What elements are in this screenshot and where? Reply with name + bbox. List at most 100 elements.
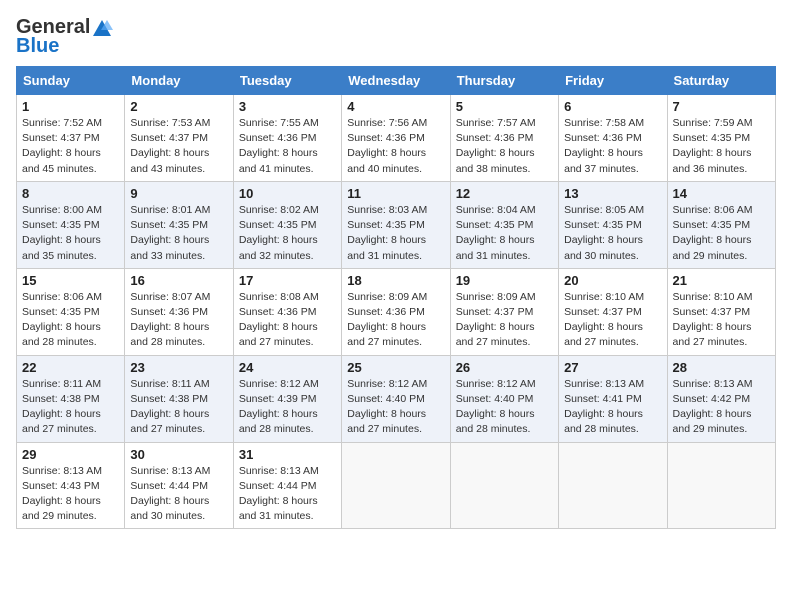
calendar-cell: 3Sunrise: 7:55 AMSunset: 4:36 PMDaylight…: [233, 95, 341, 182]
day-info: Sunrise: 8:13 AM Sunset: 4:43 PM Daylight:…: [22, 464, 119, 525]
weekday-header-thursday: Thursday: [450, 67, 558, 95]
day-info: Sunrise: 7:53 AMSunset: 4:37 PMDaylight:…: [130, 116, 227, 177]
day-number: 5: [456, 99, 553, 114]
day-info: Sunrise: 8:11 AMSunset: 4:38 PMDaylight:…: [130, 377, 227, 438]
sunset-text: Sunset: 4:35 PM: [22, 306, 100, 318]
calendar-cell: 31Sunrise: 8:13 AMSunset: 4:44 PMDayligh…: [233, 442, 341, 529]
day-number: 18: [347, 273, 444, 288]
calendar-cell: 19Sunrise: 8:09 AMSunset: 4:37 PMDayligh…: [450, 268, 558, 355]
day-number: 2: [130, 99, 227, 114]
sunset-text: Sunset: 4:35 PM: [347, 219, 425, 231]
sunset-text: Sunset: 4:35 PM: [456, 219, 534, 231]
sunrise-text: Sunrise: 8:01 AM: [130, 204, 210, 216]
sunrise-text: Sunrise: 7:59 AM: [673, 117, 753, 129]
day-number: 1: [22, 99, 119, 114]
day-info: Sunrise: 8:10 AMSunset: 4:37 PMDaylight:…: [673, 290, 770, 351]
day-number: 4: [347, 99, 444, 114]
calendar-cell: 15Sunrise: 8:06 AMSunset: 4:35 PMDayligh…: [17, 268, 125, 355]
sunrise-text: Sunrise: 8:08 AM: [239, 291, 319, 303]
sunrise-text: Sunrise: 8:07 AM: [130, 291, 210, 303]
calendar-cell: 14Sunrise: 8:06 AMSunset: 4:35 PMDayligh…: [667, 181, 775, 268]
daylight-text: Daylight: 8 hours and 41 minutes.: [239, 147, 318, 174]
daylight-text: Daylight: 8 hours and 38 minutes.: [456, 147, 535, 174]
calendar-cell: 30Sunrise: 8:13 AMSunset: 4:44 PMDayligh…: [125, 442, 233, 529]
daylight-text: Daylight: 8 hours and 35 minutes.: [22, 234, 101, 261]
day-number: 9: [130, 186, 227, 201]
weekday-header-tuesday: Tuesday: [233, 67, 341, 95]
day-number: 13: [564, 186, 661, 201]
sunrise-text: Sunrise: 8:11 AM: [22, 378, 101, 390]
calendar-cell: 6Sunrise: 7:58 AMSunset: 4:36 PMDaylight…: [559, 95, 667, 182]
day-info: Sunrise: 8:04 AMSunset: 4:35 PMDaylight:…: [456, 203, 553, 264]
sunrise-text: Sunrise: 8:11 AM: [130, 378, 209, 390]
week-row-1: 1Sunrise: 7:52 AMSunset: 4:37 PMDaylight…: [17, 95, 776, 182]
calendar-cell: 5Sunrise: 7:57 AMSunset: 4:36 PMDaylight…: [450, 95, 558, 182]
sunset-text: Sunset: 4:36 PM: [239, 132, 317, 144]
sunrise-text: Sunrise: 8:00 AM: [22, 204, 102, 216]
day-info: Sunrise: 7:56 AMSunset: 4:36 PMDaylight:…: [347, 116, 444, 177]
sunset-text: Sunset: 4:36 PM: [130, 306, 208, 318]
sunset-text: Sunset: 4:44 PM: [130, 480, 208, 492]
day-number: 12: [456, 186, 553, 201]
sunrise-text: Sunrise: 7:58 AM: [564, 117, 644, 129]
day-number: 21: [673, 273, 770, 288]
sunrise-text: Sunrise: 8:13 AM: [564, 378, 644, 390]
weekday-header-row: SundayMondayTuesdayWednesdayThursdayFrid…: [17, 67, 776, 95]
calendar-cell: 25 Sunrise: 8:12 AMSunset: 4:40 PMDayligh…: [342, 355, 450, 442]
weekday-header-friday: Friday: [559, 67, 667, 95]
sunset-text: Sunset: 4:36 PM: [564, 132, 642, 144]
sunset-text: Sunset: 4:43 PM: [22, 480, 100, 492]
sunset-text: Sunset: 4:35 PM: [239, 219, 317, 231]
day-info: Sunrise: 8:08 AMSunset: 4:36 PMDaylight:…: [239, 290, 336, 351]
day-info: Sunrise: 8:05 AMSunset: 4:35 PMDaylight:…: [564, 203, 661, 264]
calendar-cell: 24Sunrise: 8:12 AMSunset: 4:39 PMDayligh…: [233, 355, 341, 442]
day-info: Sunrise: 8:09 AMSunset: 4:36 PMDaylight:…: [347, 290, 444, 351]
daylight-text: Daylight: 8 hours and 28 minutes.: [130, 321, 209, 348]
sunset-text: Sunset: 4:35 PM: [130, 219, 208, 231]
sunrise-text: Sunrise: 8:06 AM: [22, 291, 102, 303]
calendar-cell: 28Sunrise: 8:13 AMSunset: 4:42 PMDayligh…: [667, 355, 775, 442]
sunrise-text: Sunrise: 8:13 AM: [239, 465, 319, 477]
calendar-table: SundayMondayTuesdayWednesdayThursdayFrid…: [16, 66, 776, 529]
weekday-header-wednesday: Wednesday: [342, 67, 450, 95]
day-number: 25: [347, 360, 444, 375]
sunrise-text: Sunrise: 7:56 AM: [347, 117, 427, 129]
sunset-text: Sunset: 4:38 PM: [22, 393, 100, 405]
week-row-2: 8 Sunrise: 8:00 AM Sunset: 4:35 PM Daylight…: [17, 181, 776, 268]
day-info: Sunrise: 8:11 AMSunset: 4:38 PMDaylight:…: [22, 377, 119, 438]
sunset-text: Sunset: 4:42 PM: [673, 393, 751, 405]
day-info: Sunrise: 8:12 AMSunset: 4:40 PMDaylight:…: [347, 377, 444, 438]
daylight-text: Daylight: 8 hours and 31 minutes.: [239, 495, 318, 522]
sunrise-text: Sunrise: 8:12 AM: [347, 378, 427, 390]
day-info: Sunrise: 8:13 AMSunset: 4:41 PMDaylight:…: [564, 377, 661, 438]
daylight-text: Daylight: 8 hours and 27 minutes.: [347, 408, 426, 435]
daylight-text: Daylight: 8 hours and 28 minutes.: [456, 408, 535, 435]
sunset-text: Sunset: 4:37 PM: [456, 306, 534, 318]
sunset-text: Sunset: 4:41 PM: [564, 393, 642, 405]
daylight-text: Daylight: 8 hours and 29 minutes.: [22, 495, 101, 522]
sunrise-text: Sunrise: 8:03 AM: [347, 204, 427, 216]
calendar-cell: 9Sunrise: 8:01 AMSunset: 4:35 PMDaylight…: [125, 181, 233, 268]
day-info: Sunrise: 8:12 AMSunset: 4:39 PMDaylight:…: [239, 377, 336, 438]
logo: General Blue: [16, 16, 114, 58]
daylight-text: Daylight: 8 hours and 30 minutes.: [130, 495, 209, 522]
day-info: Sunrise: 8:13 AMSunset: 4:44 PMDaylight:…: [130, 464, 227, 525]
sunset-text: Sunset: 4:40 PM: [456, 393, 534, 405]
sunrise-text: Sunrise: 8:04 AM: [456, 204, 536, 216]
day-number: 29: [22, 447, 119, 462]
daylight-text: Daylight: 8 hours and 28 minutes.: [239, 408, 318, 435]
daylight-text: Daylight: 8 hours and 30 minutes.: [564, 234, 643, 261]
calendar-cell: 18 Sunrise: 8:09 AMSunset: 4:36 PMDayligh…: [342, 268, 450, 355]
daylight-text: Daylight: 8 hours and 27 minutes.: [130, 408, 209, 435]
sunrise-text: Sunrise: 8:13 AM: [22, 465, 102, 477]
sunrise-text: Sunrise: 8:10 AM: [673, 291, 753, 303]
sunrise-text: Sunrise: 8:05 AM: [564, 204, 644, 216]
week-row-4: 22Sunrise: 8:11 AMSunset: 4:38 PMDayligh…: [17, 355, 776, 442]
sunrise-text: Sunrise: 7:53 AM: [130, 117, 210, 129]
sunrise-text: Sunrise: 8:12 AM: [239, 378, 319, 390]
day-number: 8: [22, 186, 119, 201]
day-number: 22: [22, 360, 119, 375]
day-number: 14: [673, 186, 770, 201]
page-header: General Blue: [16, 16, 776, 58]
sunrise-text: Sunrise: 8:10 AM: [564, 291, 644, 303]
